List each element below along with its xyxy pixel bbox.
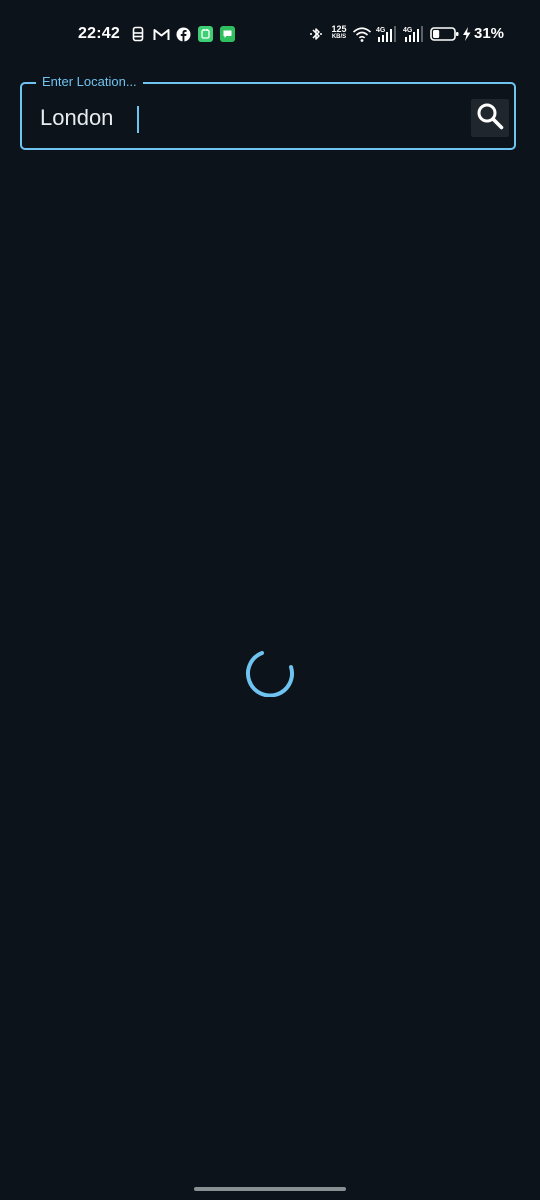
battery-icon (430, 24, 460, 44)
loading-spinner (244, 645, 296, 698)
search-button[interactable] (471, 99, 509, 137)
signal-4g-icon-1: 4G (376, 24, 398, 44)
gmail-icon (152, 26, 170, 42)
wifi-icon (352, 24, 372, 44)
network-speed: 125 KB/S (329, 24, 349, 41)
text-caret (137, 106, 139, 133)
messages-icon (219, 26, 235, 42)
network-speed-unit: KB/S (331, 34, 347, 40)
status-time: 22:42 (78, 25, 120, 42)
sim-icon (131, 26, 145, 42)
charging-icon (461, 24, 472, 44)
bluetooth-icon (309, 24, 323, 44)
signal-4g-icon-2: 4G (403, 24, 425, 44)
android-app-icon (197, 26, 213, 42)
location-field-label: Enter Location... (36, 73, 143, 91)
battery-percent: 31% (474, 25, 505, 42)
status-bar: 22:42 125 KB/S 4G 4G 31% (0, 0, 540, 68)
home-indicator[interactable] (194, 1187, 346, 1191)
network-speed-value: 125 (331, 24, 347, 34)
search-icon (475, 101, 505, 136)
network-type-1: 4G (376, 27, 386, 34)
location-input[interactable] (40, 103, 460, 133)
network-type-2: 4G (403, 27, 413, 34)
facebook-icon (175, 26, 191, 42)
location-search-field[interactable]: Enter Location... (20, 73, 516, 150)
